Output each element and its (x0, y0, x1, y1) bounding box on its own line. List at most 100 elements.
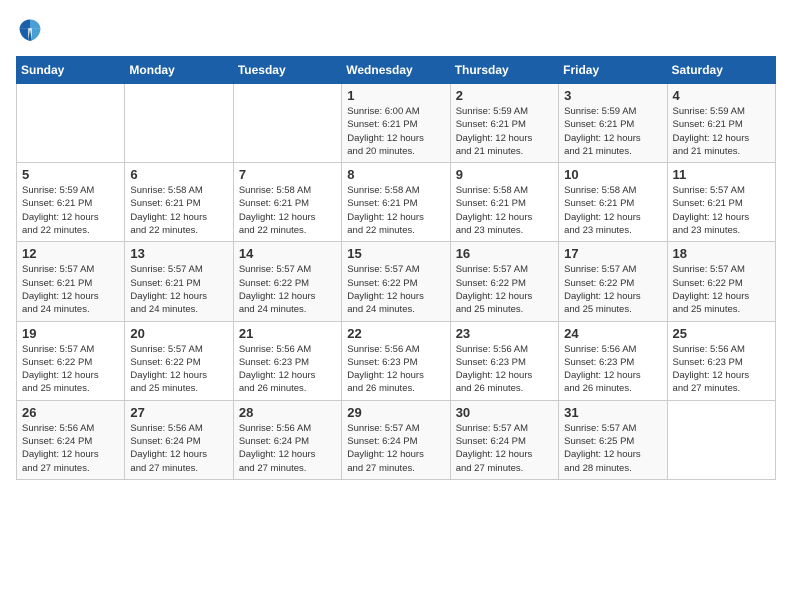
day-number: 29 (347, 405, 444, 420)
day-detail: Sunrise: 5:56 AM Sunset: 6:24 PM Dayligh… (239, 422, 336, 475)
calendar-body: 1 Sunrise: 6:00 AM Sunset: 6:21 PM Daylig… (17, 84, 776, 480)
weekday-header-cell: Sunday (17, 57, 125, 84)
day-detail: Sunrise: 5:57 AM Sunset: 6:21 PM Dayligh… (130, 263, 227, 316)
day-number: 23 (456, 326, 553, 341)
weekday-header-cell: Friday (559, 57, 667, 84)
day-number: 17 (564, 246, 661, 261)
day-detail: Sunrise: 5:57 AM Sunset: 6:24 PM Dayligh… (456, 422, 553, 475)
day-number: 21 (239, 326, 336, 341)
day-number: 16 (456, 246, 553, 261)
day-number: 1 (347, 88, 444, 103)
calendar-day-cell: 18Sunrise: 5:57 AM Sunset: 6:22 PM Dayli… (667, 242, 775, 321)
calendar-day-cell: 16 Sunrise: 5:57 AM Sunset: 6:22 PM Dayli… (450, 242, 558, 321)
day-number: 18 (673, 246, 770, 261)
day-detail: Sunrise: 5:58 AM Sunset: 6:21 PM Dayligh… (564, 184, 661, 237)
calendar-day-cell: 24Sunrise: 5:56 AM Sunset: 6:23 PM Dayli… (559, 321, 667, 400)
day-number: 15 (347, 246, 444, 261)
day-detail: Sunrise: 5:56 AM Sunset: 6:24 PM Dayligh… (130, 422, 227, 475)
calendar-day-cell (17, 84, 125, 163)
day-number: 27 (130, 405, 227, 420)
day-detail: Sunrise: 5:57 AM Sunset: 6:21 PM Dayligh… (673, 184, 770, 237)
day-detail: Sunrise: 5:57 AM Sunset: 6:22 PM Dayligh… (347, 263, 444, 316)
weekday-header-cell: Monday (125, 57, 233, 84)
day-detail: Sunrise: 5:58 AM Sunset: 6:21 PM Dayligh… (239, 184, 336, 237)
day-number: 30 (456, 405, 553, 420)
calendar-day-cell: 27 Sunrise: 5:56 AM Sunset: 6:24 PM Dayli… (125, 400, 233, 479)
day-number: 12 (22, 246, 119, 261)
calendar-day-cell: 29Sunrise: 5:57 AM Sunset: 6:24 PM Dayli… (342, 400, 450, 479)
calendar-week-row: 1 Sunrise: 6:00 AM Sunset: 6:21 PM Daylig… (17, 84, 776, 163)
calendar-day-cell: 9 Sunrise: 5:58 AM Sunset: 6:21 PM Daylig… (450, 163, 558, 242)
calendar-day-cell: 2Sunrise: 5:59 AM Sunset: 6:21 PM Daylig… (450, 84, 558, 163)
calendar-day-cell: 10 Sunrise: 5:58 AM Sunset: 6:21 PM Dayli… (559, 163, 667, 242)
day-detail: Sunrise: 5:58 AM Sunset: 6:21 PM Dayligh… (347, 184, 444, 237)
calendar-table: SundayMondayTuesdayWednesdayThursdayFrid… (16, 56, 776, 480)
calendar-week-row: 12 Sunrise: 5:57 AM Sunset: 6:21 PM Dayli… (17, 242, 776, 321)
calendar-day-cell: 3Sunrise: 5:59 AM Sunset: 6:21 PM Daylig… (559, 84, 667, 163)
page-header (16, 16, 776, 44)
day-detail: Sunrise: 6:00 AM Sunset: 6:21 PM Dayligh… (347, 105, 444, 158)
calendar-day-cell: 12 Sunrise: 5:57 AM Sunset: 6:21 PM Dayli… (17, 242, 125, 321)
calendar-day-cell: 31 Sunrise: 5:57 AM Sunset: 6:25 PM Dayli… (559, 400, 667, 479)
calendar-day-cell: 19 Sunrise: 5:57 AM Sunset: 6:22 PM Dayli… (17, 321, 125, 400)
day-detail: Sunrise: 5:57 AM Sunset: 6:22 PM Dayligh… (22, 343, 119, 396)
day-number: 20 (130, 326, 227, 341)
weekday-header-cell: Thursday (450, 57, 558, 84)
day-number: 10 (564, 167, 661, 182)
calendar-day-cell: 15 Sunrise: 5:57 AM Sunset: 6:22 PM Dayli… (342, 242, 450, 321)
day-detail: Sunrise: 5:59 AM Sunset: 6:21 PM Dayligh… (22, 184, 119, 237)
calendar-day-cell: 4 Sunrise: 5:59 AM Sunset: 6:21 PM Daylig… (667, 84, 775, 163)
logo-icon (16, 16, 44, 44)
day-detail: Sunrise: 5:56 AM Sunset: 6:23 PM Dayligh… (564, 343, 661, 396)
calendar-day-cell: 1 Sunrise: 6:00 AM Sunset: 6:21 PM Daylig… (342, 84, 450, 163)
day-number: 25 (673, 326, 770, 341)
day-detail: Sunrise: 5:57 AM Sunset: 6:22 PM Dayligh… (239, 263, 336, 316)
day-detail: Sunrise: 5:57 AM Sunset: 6:22 PM Dayligh… (456, 263, 553, 316)
calendar-day-cell: 25Sunrise: 5:56 AM Sunset: 6:23 PM Dayli… (667, 321, 775, 400)
day-number: 9 (456, 167, 553, 182)
day-number: 22 (347, 326, 444, 341)
calendar-day-cell (233, 84, 341, 163)
day-number: 19 (22, 326, 119, 341)
day-detail: Sunrise: 5:56 AM Sunset: 6:23 PM Dayligh… (456, 343, 553, 396)
day-number: 6 (130, 167, 227, 182)
day-number: 14 (239, 246, 336, 261)
day-detail: Sunrise: 5:56 AM Sunset: 6:23 PM Dayligh… (347, 343, 444, 396)
day-number: 4 (673, 88, 770, 103)
day-number: 8 (347, 167, 444, 182)
day-detail: Sunrise: 5:58 AM Sunset: 6:21 PM Dayligh… (130, 184, 227, 237)
day-number: 26 (22, 405, 119, 420)
weekday-header-row: SundayMondayTuesdayWednesdayThursdayFrid… (17, 57, 776, 84)
calendar-day-cell: 22 Sunrise: 5:56 AM Sunset: 6:23 PM Dayli… (342, 321, 450, 400)
day-number: 5 (22, 167, 119, 182)
calendar-week-row: 5 Sunrise: 5:59 AM Sunset: 6:21 PM Daylig… (17, 163, 776, 242)
calendar-day-cell: 21 Sunrise: 5:56 AM Sunset: 6:23 PM Dayli… (233, 321, 341, 400)
day-detail: Sunrise: 5:57 AM Sunset: 6:22 PM Dayligh… (130, 343, 227, 396)
calendar-day-cell (125, 84, 233, 163)
day-detail: Sunrise: 5:59 AM Sunset: 6:21 PM Dayligh… (564, 105, 661, 158)
calendar-week-row: 19 Sunrise: 5:57 AM Sunset: 6:22 PM Dayli… (17, 321, 776, 400)
calendar-day-cell: 20 Sunrise: 5:57 AM Sunset: 6:22 PM Dayli… (125, 321, 233, 400)
day-detail: Sunrise: 5:56 AM Sunset: 6:23 PM Dayligh… (239, 343, 336, 396)
day-number: 11 (673, 167, 770, 182)
day-number: 13 (130, 246, 227, 261)
day-detail: Sunrise: 5:57 AM Sunset: 6:22 PM Dayligh… (564, 263, 661, 316)
calendar-day-cell: 7 Sunrise: 5:58 AM Sunset: 6:21 PM Daylig… (233, 163, 341, 242)
day-number: 31 (564, 405, 661, 420)
day-number: 7 (239, 167, 336, 182)
day-detail: Sunrise: 5:59 AM Sunset: 6:21 PM Dayligh… (456, 105, 553, 158)
day-detail: Sunrise: 5:57 AM Sunset: 6:21 PM Dayligh… (22, 263, 119, 316)
calendar-day-cell: 5 Sunrise: 5:59 AM Sunset: 6:21 PM Daylig… (17, 163, 125, 242)
day-detail: Sunrise: 5:58 AM Sunset: 6:21 PM Dayligh… (456, 184, 553, 237)
weekday-header-cell: Tuesday (233, 57, 341, 84)
calendar-day-cell (667, 400, 775, 479)
calendar-day-cell: 14 Sunrise: 5:57 AM Sunset: 6:22 PM Dayli… (233, 242, 341, 321)
day-detail: Sunrise: 5:59 AM Sunset: 6:21 PM Dayligh… (673, 105, 770, 158)
logo (16, 16, 48, 44)
calendar-day-cell: 28Sunrise: 5:56 AM Sunset: 6:24 PM Dayli… (233, 400, 341, 479)
weekday-header-cell: Saturday (667, 57, 775, 84)
day-detail: Sunrise: 5:56 AM Sunset: 6:24 PM Dayligh… (22, 422, 119, 475)
calendar-day-cell: 8 Sunrise: 5:58 AM Sunset: 6:21 PM Daylig… (342, 163, 450, 242)
day-detail: Sunrise: 5:57 AM Sunset: 6:25 PM Dayligh… (564, 422, 661, 475)
weekday-header-cell: Wednesday (342, 57, 450, 84)
